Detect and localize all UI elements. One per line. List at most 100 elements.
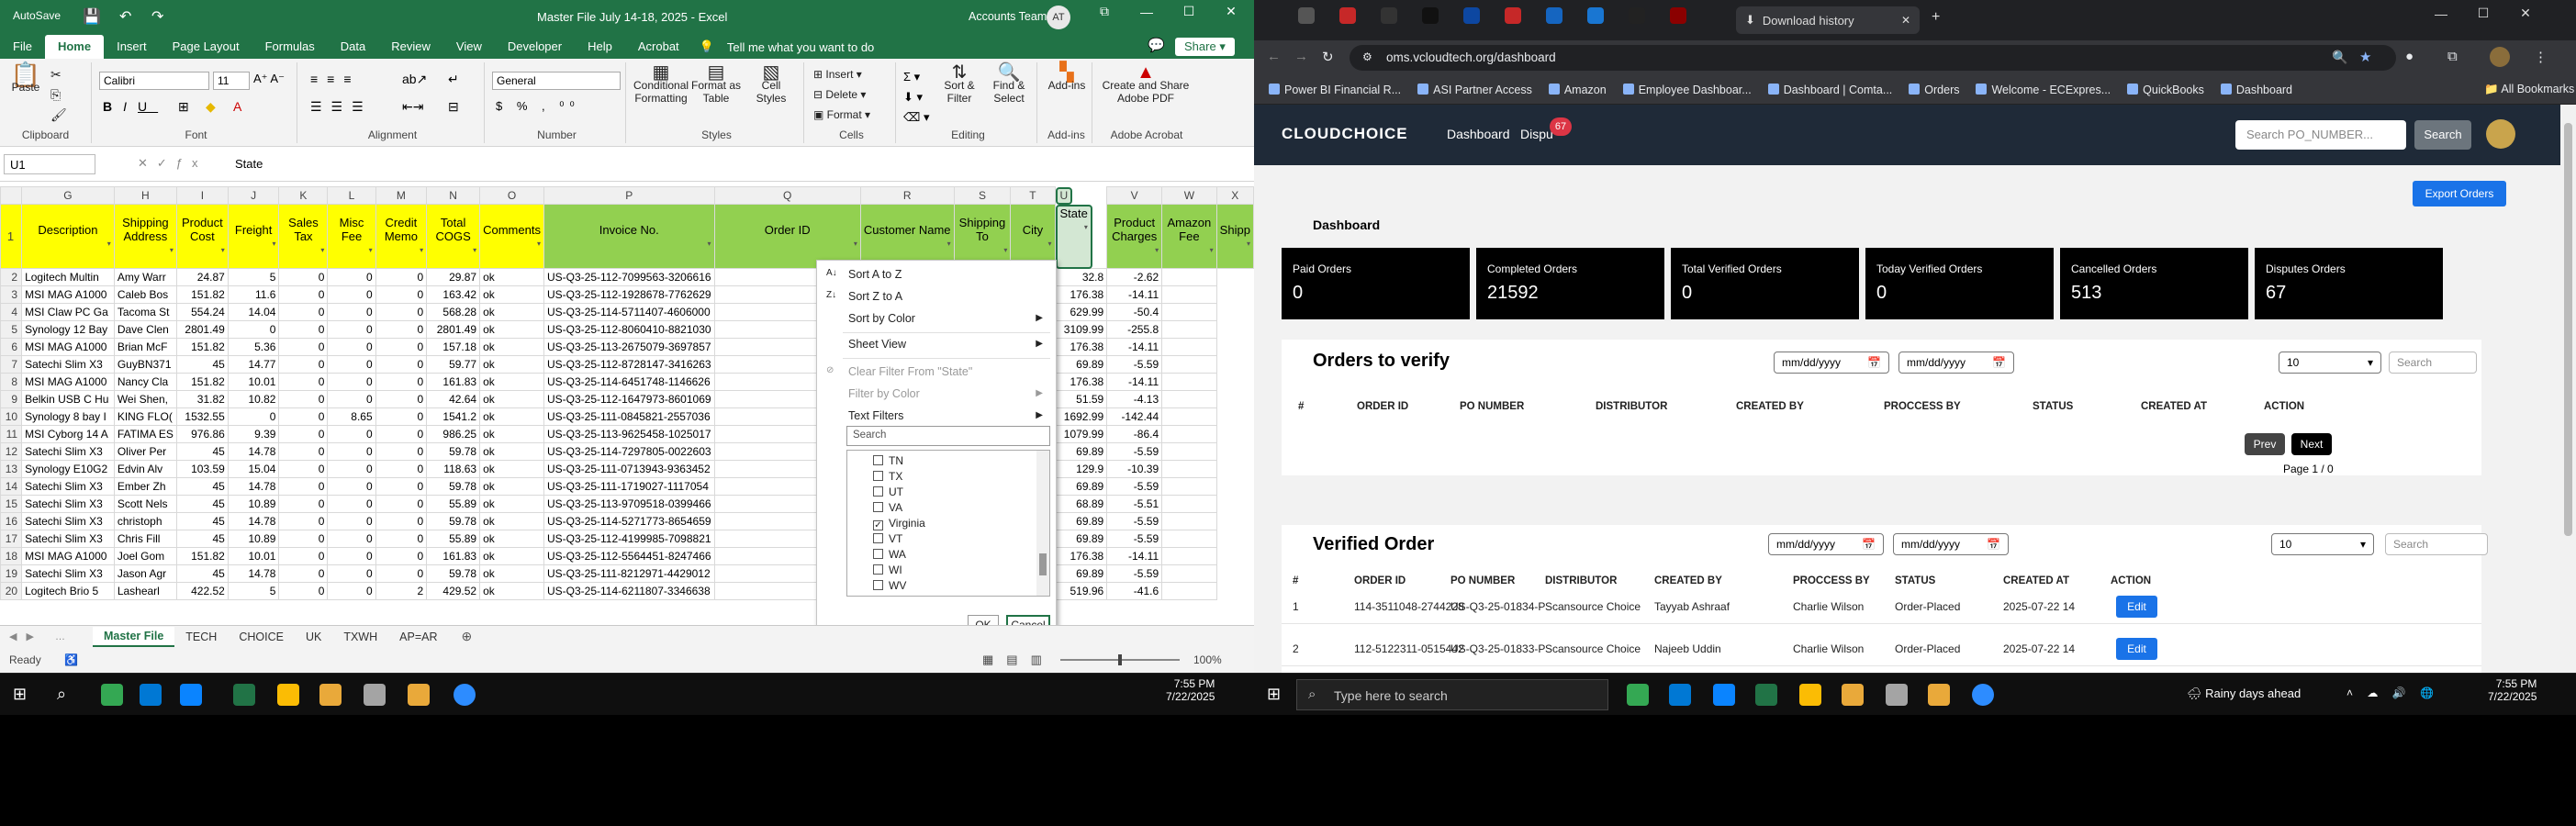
filter-dropdown-icon[interactable]: ▾ [1014,237,1051,251]
format-as-table-button[interactable]: ▤ Format as Table [690,63,742,105]
cell[interactable]: 32.8 [1054,268,1108,286]
grow-font-icon[interactable]: A⁺ A⁻ [253,72,285,86]
cell[interactable]: Edvin Alv [113,460,177,478]
cell[interactable]: 176.38 [1054,547,1108,565]
tab-home[interactable]: Home [44,35,105,59]
cell[interactable]: Satechi Slim X3 [21,355,115,374]
cell[interactable]: 0 [327,530,376,548]
cell[interactable]: -142.44 [1106,407,1163,426]
cell[interactable]: 0 [278,268,329,286]
bookmark-item[interactable]: QuickBooks [2127,83,2204,96]
merge-center-icon[interactable]: ⊟ [448,99,459,115]
cell[interactable]: 0 [327,373,376,391]
cell[interactable] [1161,460,1217,478]
cell[interactable]: 0 [375,530,428,548]
cell[interactable]: 0 [375,303,428,321]
cell[interactable]: 0 [278,390,329,408]
cell[interactable]: US-Q3-25-114-5271773-8654659 [543,512,715,530]
edge-icon[interactable] [1713,684,1735,706]
filter-dropdown-icon[interactable]: ▾ [430,243,476,257]
cell[interactable]: US-Q3-25-112-8728147-3416263 [543,355,715,374]
bookmark-item[interactable]: Dashboard | Comta... [1767,83,1892,96]
header-cell[interactable]: Comments ▾ [479,204,544,269]
cell[interactable]: -14.11 [1106,547,1163,565]
checkbox[interactable] [873,533,883,543]
filter-value-item[interactable]: ✓ Virginia [873,515,925,531]
filter-dropdown-icon[interactable]: ▾ [330,243,373,257]
cell[interactable]: 554.24 [175,303,229,321]
cell[interactable]: 3109.99 [1054,320,1108,339]
header-cell[interactable]: Product Cost ▾ [175,204,229,269]
zoom-thumb[interactable] [1118,654,1122,665]
cell[interactable]: 0 [327,547,376,565]
cell[interactable]: -4.13 [1106,390,1163,408]
tab-data[interactable]: Data [328,35,378,59]
cell[interactable]: ok [479,564,544,583]
cell[interactable]: ok [479,407,544,426]
header-cell[interactable]: Shipping To ▾ [953,204,1012,269]
tab-help[interactable]: Help [575,35,625,59]
cell[interactable]: US-Q3-25-112-1647973-8601069 [543,390,715,408]
cell[interactable]: 0 [375,320,428,339]
weather-widget[interactable]: 🌧 Rainy days ahead [2187,686,2301,701]
cell[interactable]: 29.87 [426,268,481,286]
pinned-tab-icon[interactable] [1298,7,1315,24]
tab-developer[interactable]: Developer [495,35,575,59]
chrome-profile-icon[interactable] [277,684,299,706]
cell[interactable]: Satechi Slim X3 [21,564,115,583]
cell[interactable] [1161,355,1217,374]
cell[interactable] [1161,582,1217,600]
stat-card[interactable]: Disputes Orders 67 [2255,248,2443,319]
cell[interactable]: 129.9 [1054,460,1108,478]
cell[interactable]: -5.59 [1106,512,1163,530]
filter-value-item[interactable]: VA [873,499,902,516]
cell[interactable] [1161,530,1217,548]
edit-button[interactable]: Edit [2116,638,2157,660]
zoom-icon[interactable] [454,684,476,706]
formula-input[interactable]: State [230,154,268,173]
column-header[interactable]: S [953,186,1012,205]
all-bookmarks[interactable]: 📁 All Bookmarks [2484,83,2574,96]
ribbon-display-icon[interactable]: ⧉ [1083,4,1126,19]
column-header[interactable]: U [1055,186,1073,205]
cell[interactable]: Logitech Brio 5 [21,582,115,600]
tray-icons[interactable]: ˄ ☁ 🔊 🌐 [2346,686,2439,699]
cell[interactable]: Brian McF [113,338,177,356]
filter-dropdown-icon[interactable]: ▾ [1165,243,1214,257]
filter-dropdown-icon[interactable]: ▾ [180,243,225,257]
page-size-select[interactable]: 10 ▾ [2271,533,2374,555]
avatar[interactable]: AT [1047,6,1070,29]
text-filters-item[interactable]: Text Filters ▶ [848,406,1050,426]
checkbox[interactable] [873,455,883,465]
cell[interactable]: Belkin USB C Hu [21,390,115,408]
cut-icon[interactable]: ✂ [50,68,62,81]
filter-value-item[interactable]: TX [873,468,902,485]
format-cells-button[interactable]: ▣ Format ▾ [813,108,870,121]
profile-icon[interactable]: ● [2405,49,2414,64]
row-header[interactable]: 2 [0,268,23,286]
site-info-icon[interactable]: ⚙ [1362,50,1372,63]
cell[interactable]: 2 [375,582,428,600]
search-icon[interactable]: 🔍 [2332,50,2347,65]
cell[interactable]: ok [479,285,544,304]
cell[interactable]: 0 [375,268,428,286]
nav-dashboard[interactable]: Dashboard [1447,127,1510,141]
cell[interactable]: -41.6 [1106,582,1163,600]
sheet-view-item[interactable]: Sheet View ▶ [848,334,1050,354]
cell[interactable]: 51.59 [1054,390,1108,408]
cell[interactable] [1161,477,1217,496]
cell[interactable]: 31.82 [175,390,229,408]
header-cell[interactable]: Total COGS ▾ [426,204,481,269]
cell[interactable]: 1079.99 [1054,425,1108,443]
cell[interactable]: US-Q3-25-112-5564451-8247466 [543,547,715,565]
header-cell[interactable]: Misc Fee ▾ [327,204,376,269]
column-header[interactable]: X [1215,186,1254,205]
cell[interactable]: 1541.2 [426,407,481,426]
date-to-input[interactable]: mm/dd/yyyy 📅 [1893,533,2009,555]
cell[interactable]: Satechi Slim X3 [21,495,115,513]
cell[interactable]: ok [479,460,544,478]
cell[interactable]: Satechi Slim X3 [21,512,115,530]
cell[interactable]: -5.59 [1106,355,1163,374]
cell[interactable] [1161,495,1217,513]
cell[interactable]: -5.59 [1106,564,1163,583]
